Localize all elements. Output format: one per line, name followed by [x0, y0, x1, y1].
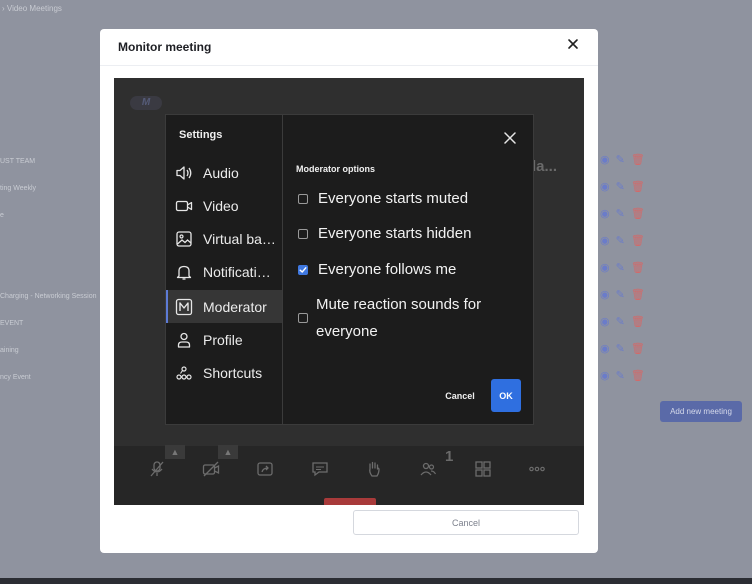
mic-muted-icon[interactable]	[147, 460, 167, 480]
settings-item-label: Profile	[203, 331, 243, 348]
check-icon	[299, 267, 307, 273]
close-icon[interactable]	[503, 131, 517, 145]
meeting-row-label[interactable]: UST TEAM	[0, 158, 35, 165]
add-new-meeting-button[interactable]: Add new meeting	[660, 401, 742, 422]
meeting-row-label[interactable]: EVENT	[0, 320, 23, 327]
option-label: Mute reaction sounds for everyone	[316, 296, 482, 340]
settings-item-audio[interactable]: Audio	[166, 156, 282, 189]
delete-icon[interactable]: 🗑	[631, 207, 645, 220]
shortcuts-icon	[175, 364, 193, 382]
checkbox[interactable]	[298, 313, 308, 323]
video-camera-icon	[175, 197, 193, 215]
option-everyone-starts-hidden[interactable]: Everyone starts hidden	[298, 220, 471, 247]
section-title: Moderator options	[296, 164, 375, 174]
moderator-icon	[175, 298, 193, 316]
modal-cancel-button[interactable]: Cancel	[353, 510, 579, 535]
delete-icon[interactable]: 🗑	[631, 180, 645, 193]
modal-divider	[100, 65, 598, 66]
settings-item-profile[interactable]: Profile	[166, 323, 282, 356]
bell-icon	[175, 263, 193, 281]
edit-icon[interactable]: ✎	[616, 207, 625, 220]
edit-icon[interactable]: ✎	[616, 288, 625, 301]
meeting-row-label[interactable]: e	[0, 212, 4, 219]
meeting-row-label[interactable]: aining	[0, 347, 19, 354]
delete-icon[interactable]: 🗑	[631, 315, 645, 328]
option-everyone-starts-muted[interactable]: Everyone starts muted	[298, 185, 468, 212]
view-icon[interactable]: ◉	[600, 369, 610, 382]
delete-icon[interactable]: 🗑	[631, 153, 645, 166]
settings-title: Settings	[179, 129, 223, 141]
settings-dialog: Settings Audio Video Virtual background …	[165, 114, 534, 425]
delete-icon[interactable]: 🗑	[631, 342, 645, 355]
checkbox[interactable]	[298, 229, 308, 239]
participant-name: la...	[532, 158, 558, 175]
tile-view-icon[interactable]	[473, 460, 493, 480]
delete-icon[interactable]: 🗑	[631, 261, 645, 274]
view-icon[interactable]: ◉	[600, 180, 610, 193]
view-icon[interactable]: ◉	[600, 342, 610, 355]
meeting-logo: M	[130, 96, 162, 110]
delete-icon[interactable]: 🗑	[631, 288, 645, 301]
breadcrumb[interactable]: › Video Meetings	[2, 4, 62, 13]
settings-item-shortcuts[interactable]: Shortcuts	[166, 356, 282, 389]
settings-cancel-button[interactable]: Cancel	[436, 379, 484, 412]
edit-icon[interactable]: ✎	[616, 315, 625, 328]
edit-icon[interactable]: ✎	[616, 369, 625, 382]
camera-off-icon[interactable]	[201, 460, 221, 480]
settings-item-virtual-background[interactable]: Virtual background	[166, 222, 282, 255]
edit-icon[interactable]: ✎	[616, 153, 625, 166]
view-icon[interactable]: ◉	[600, 261, 610, 274]
option-label: Everyone starts hidden	[318, 225, 472, 242]
delete-icon[interactable]: 🗑	[631, 234, 645, 247]
view-icon[interactable]: ◉	[600, 153, 610, 166]
meeting-row-label[interactable]: ting Weekly	[0, 185, 36, 192]
image-icon	[175, 230, 193, 248]
person-icon	[175, 331, 193, 349]
edit-icon[interactable]: ✎	[616, 234, 625, 247]
option-everyone-follows-me[interactable]: Everyone follows me	[298, 256, 456, 283]
raise-hand-icon[interactable]	[364, 460, 384, 480]
option-label: Everyone follows me	[318, 261, 457, 278]
settings-item-label: Virtual background	[203, 230, 277, 247]
checkbox-checked[interactable]	[298, 265, 308, 275]
share-screen-icon[interactable]	[255, 460, 275, 480]
delete-icon[interactable]: 🗑	[631, 369, 645, 382]
participants-icon[interactable]	[418, 460, 438, 480]
view-icon[interactable]: ◉	[600, 234, 610, 247]
more-icon[interactable]	[527, 460, 547, 480]
participant-count-badge: 1	[445, 448, 454, 465]
view-icon[interactable]: ◉	[600, 315, 610, 328]
modal-title: Monitor meeting	[118, 40, 212, 54]
settings-item-video[interactable]: Video	[166, 189, 282, 222]
edit-icon[interactable]: ✎	[616, 180, 625, 193]
checkbox[interactable]	[298, 194, 308, 204]
option-mute-reaction-sounds[interactable]: Mute reaction sounds for everyone	[298, 291, 518, 345]
edit-icon[interactable]: ✎	[616, 342, 625, 355]
settings-item-label: Audio	[203, 164, 239, 181]
meeting-row-label[interactable]: ncy Event	[0, 374, 31, 381]
chat-icon[interactable]	[310, 460, 330, 480]
settings-sidebar: Settings Audio Video Virtual background …	[166, 115, 283, 424]
leave-button[interactable]	[324, 498, 376, 505]
bottom-strip	[0, 578, 752, 584]
settings-item-moderator[interactable]: Moderator	[166, 290, 282, 323]
settings-item-label: Notifications	[203, 263, 277, 280]
settings-item-label: Shortcuts	[203, 364, 263, 381]
settings-ok-button[interactable]: OK	[491, 379, 521, 412]
settings-item-label: Video	[203, 197, 239, 214]
edit-icon[interactable]: ✎	[616, 261, 625, 274]
meeting-row-label[interactable]: Charging - Networking Session	[0, 293, 97, 300]
view-icon[interactable]: ◉	[600, 288, 610, 301]
speaker-icon	[175, 164, 193, 182]
chevron-up-icon[interactable]: ▲	[165, 445, 185, 459]
chevron-up-icon[interactable]: ▲	[218, 445, 238, 459]
settings-item-label: Moderator	[203, 298, 267, 315]
settings-item-notifications[interactable]: Notifications	[166, 255, 282, 288]
close-icon[interactable]	[566, 37, 580, 51]
view-icon[interactable]: ◉	[600, 207, 610, 220]
option-label: Everyone starts muted	[318, 190, 469, 207]
